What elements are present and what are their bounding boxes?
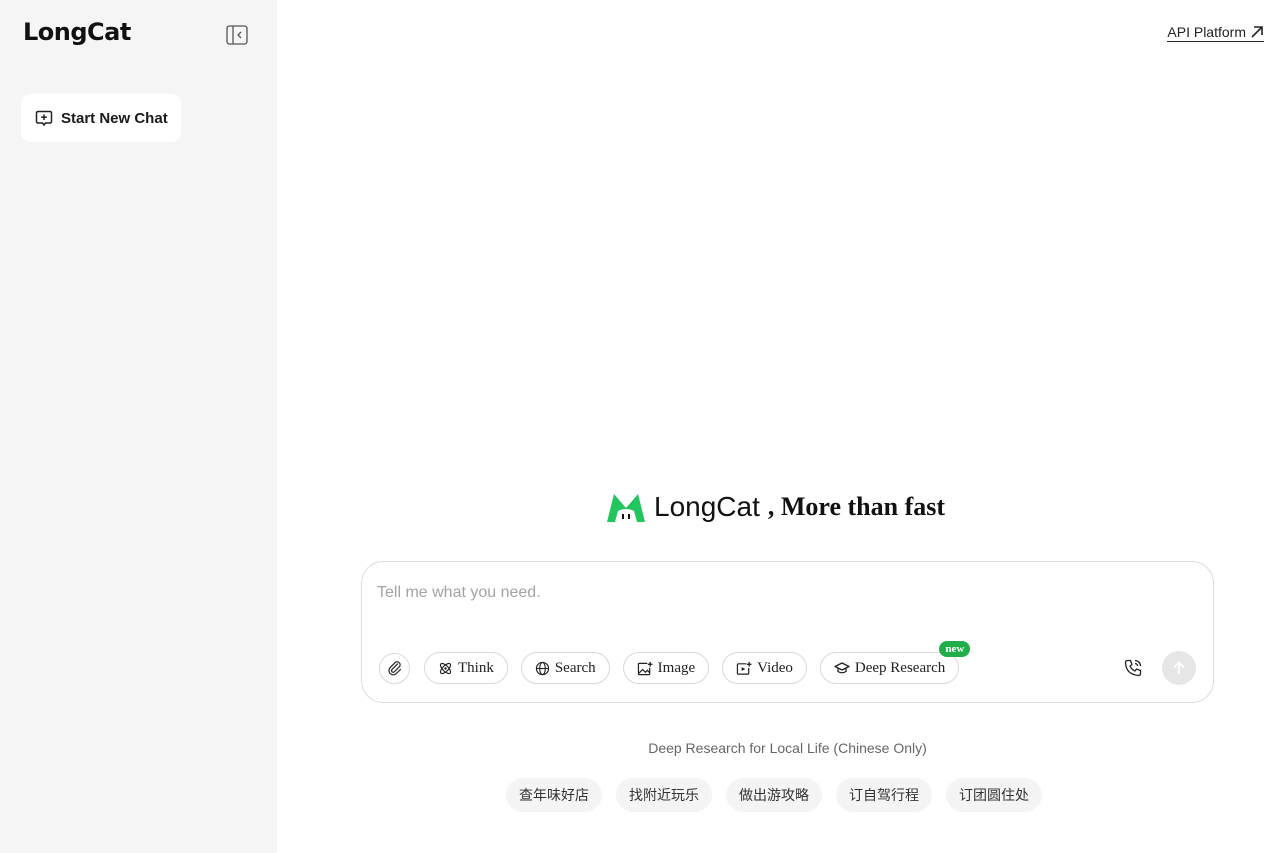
video-label: Video: [757, 659, 793, 676]
arrow-up-right-icon: [1251, 26, 1263, 38]
suggestions-title: Deep Research for Local Life (Chinese On…: [648, 740, 927, 756]
suggestion-chips: 查年味好店 找附近玩乐 做出游攻略 订自驾行程 订团圆住处: [506, 778, 1042, 812]
send-button[interactable]: [1162, 651, 1196, 685]
deep-research-button[interactable]: Deep Research new: [819, 641, 971, 684]
image-button[interactable]: Image: [622, 652, 710, 684]
api-platform-label: API Platform: [1167, 24, 1246, 40]
start-new-chat-button[interactable]: Start New Chat: [21, 94, 181, 142]
think-label: Think: [458, 659, 494, 676]
sidebar: LongCat Start New Chat: [0, 0, 277, 853]
globe-icon: [535, 661, 549, 675]
paperclip-icon: [387, 661, 401, 676]
sidebar-collapse-icon: [226, 25, 248, 45]
suggestion-chip[interactable]: 找附近玩乐: [616, 778, 712, 812]
suggestion-chip[interactable]: 查年味好店: [506, 778, 602, 812]
message-input[interactable]: [377, 584, 1077, 602]
app-logo: LongCat: [23, 18, 131, 46]
deep-research-label: Deep Research: [854, 659, 946, 676]
tool-row: Think Search Image Video Deep Research n…: [379, 641, 972, 684]
graduation-cap-icon: [834, 661, 850, 673]
hero-heading: LongCat , More than fast: [606, 490, 945, 524]
api-platform-link[interactable]: API Platform: [1167, 24, 1264, 42]
suggestion-chip[interactable]: 做出游攻略: [726, 778, 822, 812]
video-button[interactable]: Video: [722, 652, 807, 684]
new-badge: new: [939, 641, 971, 657]
image-label: Image: [657, 659, 696, 676]
attach-button[interactable]: [379, 652, 410, 684]
hero-tagline: , More than fast: [767, 492, 946, 521]
hero-brand: LongCat: [654, 491, 760, 522]
longcat-logo-icon: [607, 494, 645, 522]
video-plus-icon: [736, 661, 752, 675]
think-button[interactable]: Think: [424, 652, 508, 684]
phone-icon: [1124, 659, 1142, 677]
image-plus-icon: [637, 661, 653, 675]
start-new-chat-label: Start New Chat: [61, 109, 168, 127]
atom-icon: [439, 662, 452, 674]
suggestion-chip[interactable]: 订团圆住处: [946, 778, 1042, 812]
collapse-sidebar-button[interactable]: [226, 25, 248, 45]
voice-call-button[interactable]: [1122, 657, 1144, 679]
suggestion-chip[interactable]: 订自驾行程: [836, 778, 932, 812]
search-button[interactable]: Search: [520, 652, 610, 684]
search-label: Search: [554, 659, 596, 676]
arrow-up-icon: [1173, 661, 1185, 674]
new-chat-icon: [35, 110, 53, 127]
chat-composer: Think Search Image: [361, 561, 1214, 703]
